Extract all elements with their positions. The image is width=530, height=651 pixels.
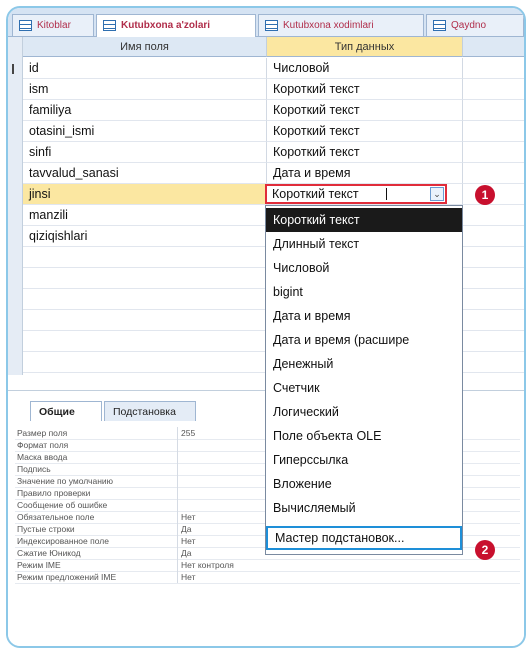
callout-badge-2: 2 xyxy=(475,540,495,560)
dropdown-option-autonumber[interactable]: Счетчик xyxy=(266,376,462,400)
header-field-name: Имя поля xyxy=(23,37,267,57)
description-cell[interactable] xyxy=(463,100,524,121)
field-name-cell[interactable] xyxy=(23,310,267,331)
description-cell[interactable] xyxy=(463,79,524,100)
table-icon xyxy=(265,20,278,31)
field-name-cell[interactable]: tavvalud_sanasi xyxy=(23,163,267,184)
field-name-cell[interactable]: id xyxy=(23,58,267,79)
dropdown-option-hyperlink[interactable]: Гиперссылка xyxy=(266,448,462,472)
property-label: Подпись xyxy=(15,463,178,475)
dropdown-option-currency[interactable]: Денежный xyxy=(266,352,462,376)
description-cell[interactable] xyxy=(463,352,524,373)
data-type-cell[interactable]: Короткий текст xyxy=(267,100,463,121)
description-cell[interactable] xyxy=(463,268,524,289)
dropdown-option-long-text[interactable]: Длинный текст xyxy=(266,232,462,256)
table-row[interactable]: id Числовой xyxy=(23,58,524,79)
description-cell[interactable] xyxy=(463,226,524,247)
access-window: Kitoblar Kutubxona a'zolari Kutubxona xo… xyxy=(6,6,526,648)
callout-badge-1: 1 xyxy=(475,185,495,205)
tab-lookup[interactable]: Подстановка xyxy=(104,401,196,421)
field-name-cell[interactable]: ism xyxy=(23,79,267,100)
property-label: Размер поля xyxy=(15,427,178,439)
data-type-cell[interactable]: Короткий текст xyxy=(267,79,463,100)
text-caret xyxy=(386,188,387,200)
current-row-marker xyxy=(12,64,14,74)
table-icon xyxy=(103,20,116,31)
property-value[interactable]: Нет контроля xyxy=(181,559,511,571)
chevron-down-icon[interactable]: ⌄ xyxy=(430,187,444,201)
header-description xyxy=(463,37,524,57)
header-data-type: Тип данных xyxy=(267,37,463,57)
dropdown-option-datetime-extended[interactable]: Дата и время (расшире xyxy=(266,328,462,352)
tab-qaydno[interactable]: Qaydno xyxy=(426,14,524,36)
data-type-dropdown-list: Короткий текст Длинный текст Числовой bi… xyxy=(265,205,463,555)
description-cell[interactable] xyxy=(463,205,524,226)
field-name-cell[interactable] xyxy=(23,247,267,268)
tab-kitoblar[interactable]: Kitoblar xyxy=(12,14,94,36)
row-selector-column[interactable] xyxy=(8,37,23,375)
table-row[interactable]: ism Короткий текст xyxy=(23,79,524,100)
data-type-cell[interactable]: Дата и время xyxy=(267,163,463,184)
property-label: Обязательное поле xyxy=(15,511,178,523)
dropdown-option-datetime[interactable]: Дата и время xyxy=(266,304,462,328)
data-type-combobox[interactable]: Короткий текст ⌄ xyxy=(265,184,447,204)
tab-kutubxona-xodimlari[interactable]: Kutubxona xodimlari xyxy=(258,14,424,36)
description-cell[interactable] xyxy=(463,121,524,142)
tab-general[interactable]: Общие xyxy=(30,401,102,421)
field-name-cell[interactable] xyxy=(23,268,267,289)
dropdown-option-attachment[interactable]: Вложение xyxy=(266,472,462,496)
field-name-cell[interactable]: sinfi xyxy=(23,142,267,163)
dropdown-option-lookup-wizard[interactable]: Мастер подстановок... xyxy=(266,526,462,550)
table-icon xyxy=(433,20,446,31)
data-type-cell[interactable]: Числовой xyxy=(267,58,463,79)
field-name-cell[interactable]: qiziqishlari xyxy=(23,226,267,247)
description-cell[interactable] xyxy=(463,58,524,79)
dropdown-option-calculated[interactable]: Вычисляемый xyxy=(266,496,462,520)
description-cell[interactable] xyxy=(463,163,524,184)
field-name-cell[interactable]: familiya xyxy=(23,100,267,121)
dropdown-option-yes-no[interactable]: Логический xyxy=(266,400,462,424)
data-type-cell[interactable]: Короткий текст xyxy=(267,142,463,163)
tab-kutubxona-azolari[interactable]: Kutubxona a'zolari xyxy=(96,14,256,37)
field-name-cell[interactable] xyxy=(23,352,267,373)
field-name-cell[interactable]: manzili xyxy=(23,205,267,226)
field-name-cell[interactable]: jinsi xyxy=(23,184,267,205)
field-name-cell[interactable]: otasini_ismi xyxy=(23,121,267,142)
property-label: Значение по умолчанию xyxy=(15,475,178,487)
description-cell[interactable] xyxy=(463,142,524,163)
property-row[interactable]: Режим предложений IME Нет xyxy=(15,571,520,584)
property-label: Маска ввода xyxy=(15,451,178,463)
description-cell[interactable] xyxy=(463,331,524,352)
dropdown-option-ole-object[interactable]: Поле объекта OLE xyxy=(266,424,462,448)
table-row[interactable]: familiya Короткий текст xyxy=(23,100,524,121)
data-type-cell[interactable]: Короткий текст xyxy=(267,121,463,142)
property-label: Сообщение об ошибке xyxy=(15,499,178,511)
dropdown-option-number[interactable]: Числовой xyxy=(266,256,462,280)
property-value[interactable]: Нет xyxy=(181,571,511,583)
property-label: Правило проверки xyxy=(15,487,178,499)
document-tab-bar: Kitoblar Kutubxona a'zolari Kutubxona xo… xyxy=(8,8,524,37)
field-name-cell[interactable] xyxy=(23,289,267,310)
description-cell[interactable] xyxy=(463,247,524,268)
property-label: Режим IME xyxy=(15,559,178,571)
combobox-value: Короткий текст xyxy=(272,187,359,201)
property-label: Пустые строки xyxy=(15,523,178,535)
property-label: Сжатие Юникод xyxy=(15,547,178,559)
table-row[interactable]: otasini_ismi Короткий текст xyxy=(23,121,524,142)
field-name-cell[interactable] xyxy=(23,331,267,352)
property-label: Формат поля xyxy=(15,439,178,451)
property-label: Индексированное поле xyxy=(15,535,178,547)
dropdown-option-short-text[interactable]: Короткий текст xyxy=(266,208,462,232)
dropdown-option-bigint[interactable]: bigint xyxy=(266,280,462,304)
table-row[interactable]: tavvalud_sanasi Дата и время xyxy=(23,163,524,184)
table-row[interactable]: sinfi Короткий текст xyxy=(23,142,524,163)
table-icon xyxy=(19,20,32,31)
description-cell[interactable] xyxy=(463,289,524,310)
description-cell[interactable] xyxy=(463,310,524,331)
property-label: Режим предложений IME xyxy=(15,571,178,583)
